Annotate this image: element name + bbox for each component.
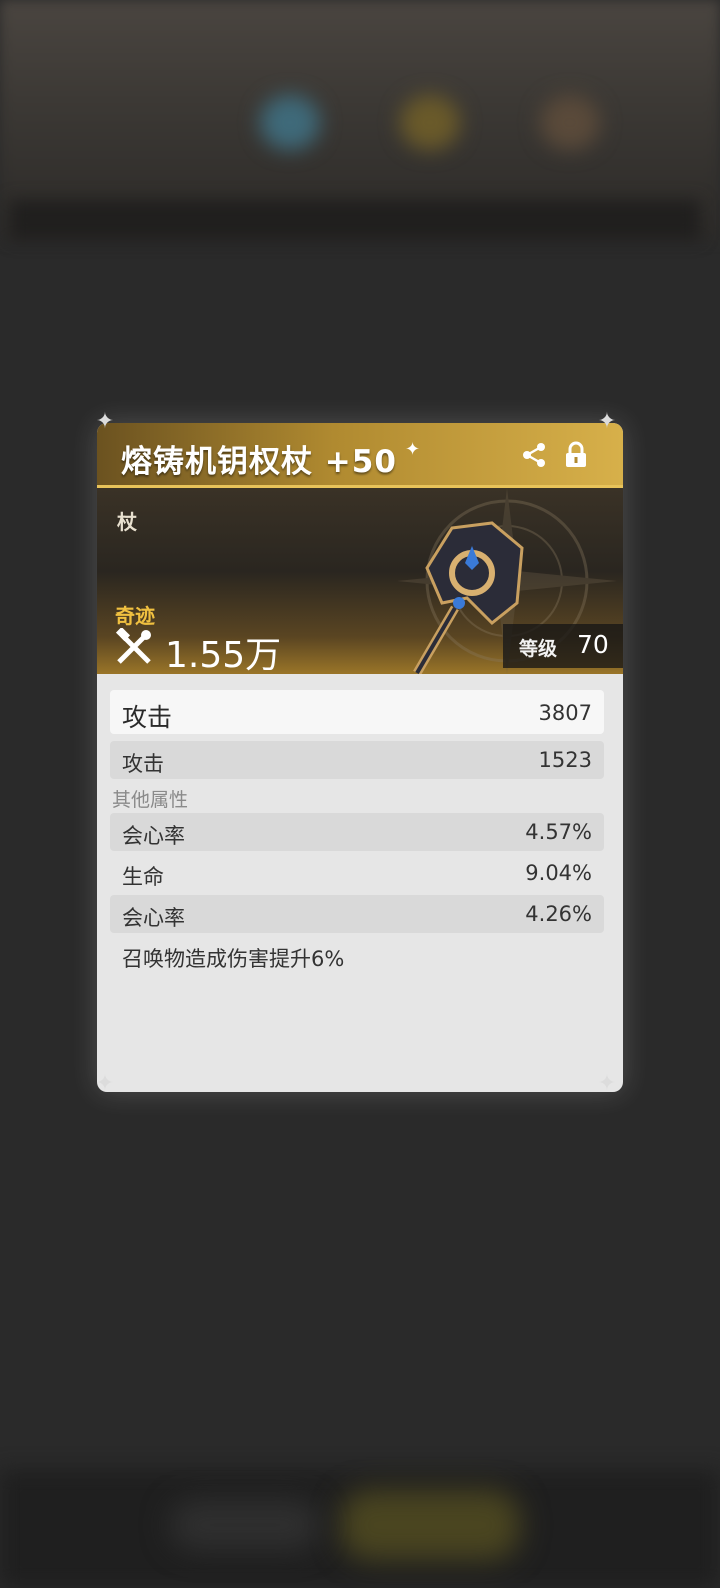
weapon-name: 熔铸机钥权杖 +50 [121,444,397,480]
corner-ornament-icon: ✦ [95,409,115,434]
special-effect-text: 召唤物造成伤害提升6% [122,947,345,971]
base-stat-value: 1523 [538,748,592,772]
background-blob [260,95,320,150]
sub-stat-row: 生命 9.04% [110,854,604,892]
sub-stat-row: 会心率 4.26% [110,895,604,933]
sub-stat-label: 会心率 [122,824,185,848]
weapon-type: 杖 [117,510,137,534]
background-bar [10,200,700,240]
lock-icon[interactable] [563,441,589,469]
base-stat-row: 攻击 1523 [110,741,604,779]
main-stat-row: 攻击 3807 [110,690,604,734]
weapon-hero-area: 杖 奇迹 1.55万 等级 70 [97,488,623,674]
corner-ornament-icon: ✦ [597,409,617,434]
level-value: 70 [577,630,609,659]
power-value: 1.55万 [165,635,282,674]
sub-stat-value: 4.26% [525,902,592,926]
crossed-tools-icon [115,628,151,664]
sub-stat-row: 会心率 4.57% [110,813,604,851]
level-label: 等级 [519,638,558,660]
main-stat-value: 3807 [538,701,592,725]
title-bar: 熔铸机钥权杖 +50 ✦ [97,423,623,488]
sub-stat-value: 4.57% [525,820,592,844]
sub-stat-label: 会心率 [122,906,185,930]
background-bottom-blob [170,1500,320,1550]
background-blob [400,95,460,150]
background-bottom-blob [340,1490,520,1560]
weapon-detail-card: 熔铸机钥权杖 +50 ✦ 杖 奇迹 1.55万 等级 70 攻击 3807 攻击… [97,423,623,1092]
weapon-rarity: 奇迹 [115,604,155,628]
share-icon[interactable] [520,441,548,469]
corner-ornament-icon: ✦ [597,1071,617,1096]
level-badge: 等级 70 [503,624,623,668]
corner-ornament-icon: ✦ [95,1071,115,1096]
main-stat-label: 攻击 [122,703,173,732]
sparkle-icon: ✦ [405,439,421,460]
sub-stat-value: 9.04% [525,861,592,885]
sub-stat-label: 生命 [122,865,164,889]
base-stat-label: 攻击 [122,752,164,776]
other-attributes-header: 其他属性 [112,789,189,811]
background-blob [540,95,600,150]
